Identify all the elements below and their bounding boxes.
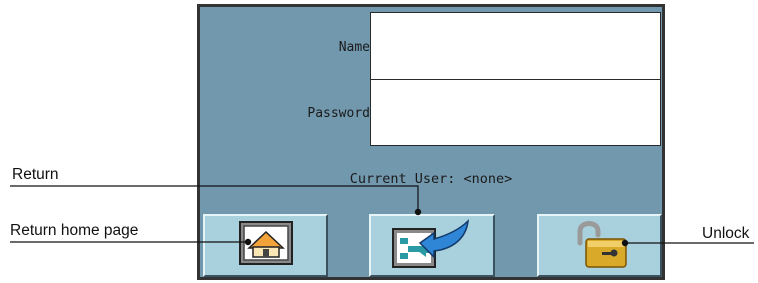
callout-lines [10, 185, 754, 247]
return-callout-label: Return [12, 166, 59, 183]
unlock-callout-label: Unlock [702, 225, 750, 242]
return-home-callout-label: Return home page [10, 222, 139, 239]
